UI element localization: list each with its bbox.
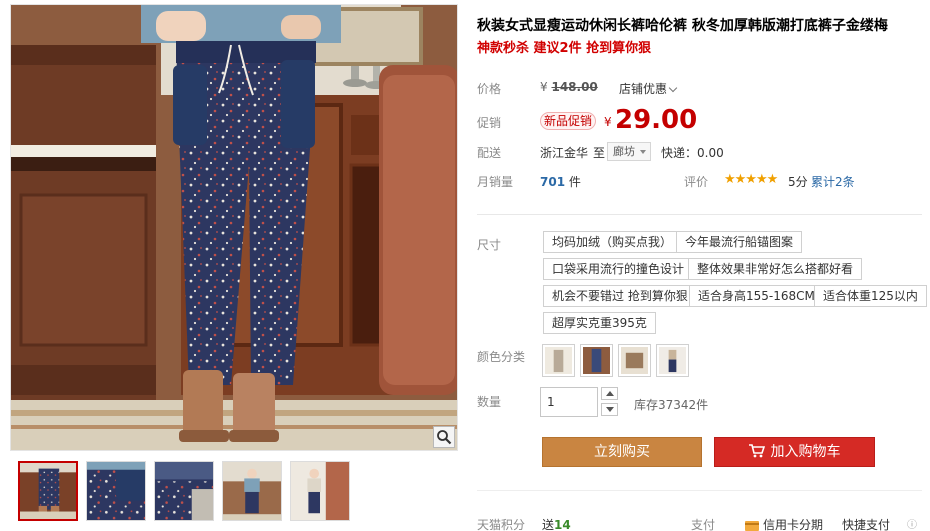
rating-score: 5分 [788,175,808,189]
size-option[interactable]: 口袋采用流行的撞色设计 [543,258,694,280]
info-circle-icon[interactable]: ⓘ [907,516,917,531]
promo-price: 29.00 [615,105,698,135]
product-info-panel: 秋装女式显瘦运动休闲长裤哈伦裤 秋冬加厚韩版潮打底裤子金缕梅 神款秒杀 建议2件… [477,0,927,531]
swatch-image [621,347,648,374]
color-swatch-1[interactable] [542,344,575,377]
divider [477,490,922,491]
rating-stars-icon: ★★★★★ [724,172,778,187]
size-option[interactable]: 机会不要错过 抢到算你狠 [543,285,697,307]
thumbnail-4[interactable] [222,461,282,521]
original-price: ¥ 148.00 [540,80,598,94]
monthly-sales-unit: 件 [568,175,581,189]
swatch-image [545,347,572,374]
thumbnail-image [155,462,213,520]
color-swatch-3[interactable] [618,344,651,377]
monthly-sales: 701 件 [540,173,581,190]
product-subtitle: 神款秒杀 建议2件 抢到算你狠 [477,41,652,56]
zoom-button[interactable] [433,426,455,448]
shop-coupon-dropdown[interactable]: 店铺优惠 [619,80,678,97]
add-to-cart-button[interactable]: 加入购物车 [714,437,875,467]
credit-installment: 信用卡分期 [745,516,823,531]
monthly-sales-count: 701 [540,175,566,189]
destination-city-select[interactable]: 廊坊 [607,142,651,161]
thumbnail-3[interactable] [154,461,214,521]
coupon-label: 店铺优惠 [619,82,668,96]
tmall-points-label: 天猫积分 [477,518,526,531]
thumbnail-5[interactable] [290,461,350,521]
credit-installment-text: 信用卡分期 [763,518,824,531]
quantity-input[interactable] [540,387,598,417]
original-price-value: 148.00 [551,80,598,94]
quick-pay: 快捷支付 [842,518,891,531]
add-to-cart-label: 加入购物车 [770,444,841,460]
shipping-label: 配送 [477,146,502,160]
thumbnail-strip [18,461,350,521]
chevron-up-icon [605,391,614,396]
color-label: 颜色分类 [477,350,526,364]
size-option[interactable]: 今年最流行船锚图案 [676,231,803,253]
destination-city: 廊坊 [613,145,635,158]
size-option[interactable]: 超厚实克重395克 [543,312,656,334]
size-option[interactable]: 适合身高155-168CM [689,285,824,307]
credit-card-icon [745,520,759,531]
points-prefix: 送 [542,518,555,531]
quantity-decrease-button[interactable] [601,403,618,416]
promo-label: 促销 [477,116,502,130]
divider [477,214,922,215]
quantity-increase-button[interactable] [601,387,618,400]
chevron-down-icon [605,407,614,412]
color-swatch-4[interactable] [656,344,689,377]
thumbnail-image [223,462,281,520]
promo-currency: ¥ [604,115,612,129]
thumbnail-2[interactable] [86,461,146,521]
monthly-sales-label: 月销量 [477,175,514,189]
cart-icon [748,444,765,458]
magnifier-icon [437,430,452,445]
size-option[interactable]: 均码加绒（购买点我） [543,231,682,253]
product-photo [11,5,457,450]
thumbnail-1[interactable] [18,461,78,521]
thumbnail-image [291,462,349,520]
color-swatch-2[interactable] [580,344,613,377]
swatch-image [659,347,686,374]
swatch-image [583,347,610,374]
promo-badge: 新品促销 [540,112,596,130]
currency-symbol: ¥ [540,80,548,94]
total-reviews-link[interactable]: 累计2条 [811,173,855,190]
quantity-label: 数量 [477,395,502,409]
thumbnail-image [87,462,145,520]
size-option[interactable]: 适合体重125以内 [814,285,927,307]
payment-label: 支付 [691,518,716,531]
price-label: 价格 [477,82,502,96]
main-product-image[interactable] [10,4,458,451]
review-label: 评价 [684,175,709,189]
size-label: 尺寸 [477,238,502,252]
stock-count: 库存37342件 [634,398,709,412]
thumbnail-image [20,463,76,519]
caret-down-icon [640,150,646,154]
product-title: 秋装女式显瘦运动休闲长裤哈伦裤 秋冬加厚韩版潮打底裤子金缕梅 [477,18,888,34]
size-option[interactable]: 整体效果非常好怎么搭都好看 [688,258,863,280]
ship-from: 浙江金华 [540,146,589,160]
color-swatches [542,344,689,377]
freight-cost: 快递：0.00 [661,146,724,160]
tmall-points: 送14 [542,516,571,531]
ship-to-prefix: 至 [593,146,606,160]
buy-now-button[interactable]: 立刻购买 [542,437,702,467]
chevron-down-icon [668,83,678,93]
points-value: 14 [554,518,571,531]
